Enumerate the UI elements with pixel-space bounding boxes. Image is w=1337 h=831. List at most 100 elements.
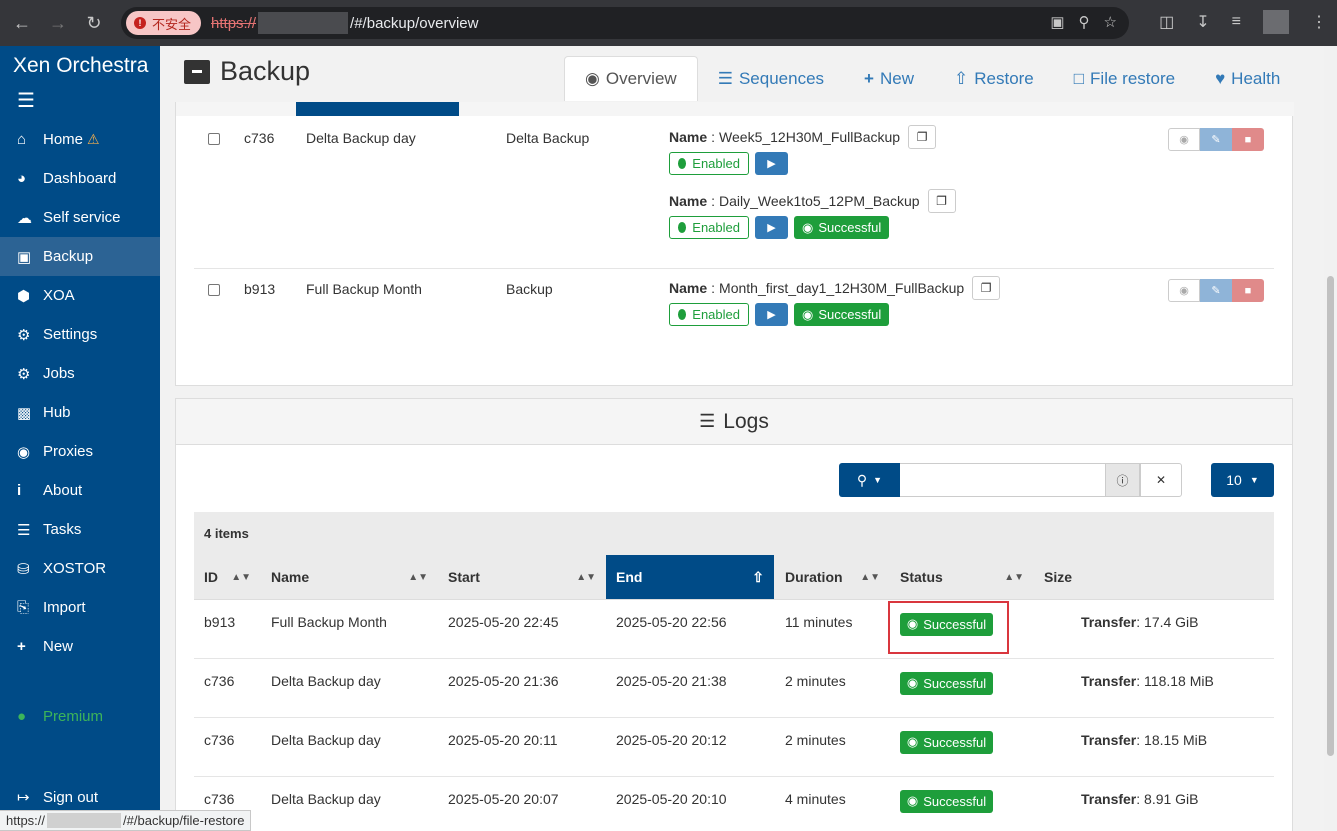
sidebar-item-xostor[interactable]: ⛁ XOSTOR (0, 549, 160, 588)
run-job-button[interactable]: ▶ (755, 303, 788, 326)
sidebar-item-settings[interactable]: ⚙ Settings (0, 315, 160, 354)
sidebar-item-home[interactable]: ⌂ Home ⚠ (0, 120, 160, 159)
eye-icon[interactable]: ◉ (1168, 128, 1200, 151)
table-row[interactable]: b913 Full Backup Month 2025-05-20 22:45 202… (194, 600, 1274, 659)
cell-end: 2025-05-20 20:10 (616, 791, 727, 807)
column-header-id[interactable]: ID ▲▼ (194, 555, 261, 599)
info-icon: i (17, 482, 22, 499)
copy-icon[interactable]: ❐ (972, 276, 1001, 300)
download-icon[interactable]: ↧ (1196, 12, 1209, 32)
schedule-enabled-toggle[interactable]: Enabled (669, 303, 749, 326)
sidebar-item-about[interactable]: i About (0, 471, 160, 510)
page-scrollbar[interactable] (1324, 46, 1337, 831)
tab-health[interactable]: ♥ Health (1195, 56, 1300, 101)
signout-button[interactable]: ↦ Sign out (17, 788, 98, 807)
column-label: ID (204, 569, 218, 585)
forward-icon[interactable]: → (40, 5, 76, 41)
column-header-start[interactable]: Start ▲▼ (438, 555, 606, 599)
column-header-name[interactable]: Name ▲▼ (261, 555, 438, 599)
brand-logo[interactable]: Xen Orchestra (0, 46, 160, 84)
tab-overview[interactable]: ◉ Overview (564, 56, 698, 101)
scrollbar-thumb[interactable] (1327, 276, 1334, 756)
eye-icon: ◉ (906, 793, 919, 808)
profile-avatar[interactable] (1263, 10, 1289, 34)
enabled-label: Enabled (692, 220, 740, 235)
sidebar-item-self-service[interactable]: ☁ Self service (0, 198, 160, 237)
last-run-status-button[interactable]: ◉ Successful (794, 216, 890, 239)
column-header-duration[interactable]: Duration ▲▼ (774, 555, 890, 599)
redacted-host (47, 813, 122, 828)
filter-dropdown-button[interactable]: ⚲ ▼ (839, 463, 900, 497)
url-text[interactable]: https:// /#/backup/overview (211, 12, 478, 34)
trash-icon[interactable]: ■ (1232, 279, 1264, 302)
tab-file-restore[interactable]: □ File restore (1054, 56, 1195, 101)
tab-label: Overview (605, 69, 677, 88)
cell-id: c736 (204, 673, 235, 689)
reading-list-icon[interactable]: ≡ (1232, 13, 1241, 31)
sidebar-item-label: Hub (43, 404, 71, 421)
schedule-name-label: Name (669, 129, 708, 145)
row-divider (194, 268, 1274, 269)
page-size-dropdown[interactable]: 10 ▼ (1211, 463, 1274, 497)
table-row[interactable]: c736 Delta Backup day 2025-05-20 21:36 2025… (194, 659, 1274, 718)
colon-sep: : (1136, 791, 1145, 807)
status-badge[interactable]: ◉ Successful (900, 789, 993, 813)
column-header-status[interactable]: Status ▲▼ (890, 555, 1034, 599)
sidebar-item-backup[interactable]: ▣ Backup (0, 237, 160, 276)
sidebar-item-proxies[interactable]: ◉ Proxies (0, 432, 160, 471)
insecure-badge[interactable]: ! 不安全 (126, 11, 202, 35)
status-badge[interactable]: ◉ Successful (900, 730, 993, 754)
sidebar-item-xoa[interactable]: ⬢ XOA (0, 276, 160, 315)
sort-icon: ▲▼ (1004, 571, 1024, 583)
table-row[interactable]: c736 Delta Backup day 2025-05-20 20:07 2025… (194, 777, 1274, 831)
filter-input[interactable] (900, 463, 1105, 497)
schedule-name: Week5_12H30M_FullBackup (719, 129, 901, 145)
extensions-icon[interactable]: ◫ (1159, 12, 1174, 32)
sidebar-item-hub[interactable]: ▩ Hub (0, 393, 160, 432)
zoom-icon[interactable]: ⚲ (1079, 13, 1090, 31)
sidebar-item-dashboard[interactable]: ◕ Dashboard (0, 159, 160, 198)
items-count: 4 items (194, 512, 1274, 555)
schedule-enabled-toggle[interactable]: Enabled (669, 152, 749, 175)
caret-down-icon: ▼ (1249, 475, 1259, 485)
reload-icon[interactable]: ↻ (76, 5, 112, 41)
table-row[interactable]: c736 Delta Backup day 2025-05-20 20:11 2025… (194, 718, 1274, 777)
cell-duration: 2 minutes (785, 732, 846, 748)
run-job-button[interactable]: ▶ (755, 152, 788, 175)
sidebar-item-jobs[interactable]: ⚙ Jobs (0, 354, 160, 393)
translate-icon[interactable]: ▣ (1050, 13, 1064, 31)
hamburger-icon[interactable]: ☰ (0, 84, 160, 120)
back-icon[interactable]: ← (4, 5, 40, 41)
edit-icon[interactable]: ✎ (1200, 128, 1232, 151)
clear-filter-icon[interactable]: ✕ (1140, 463, 1182, 497)
tab-sequences[interactable]: ☰ Sequences (698, 56, 844, 101)
schedule-enabled-toggle[interactable]: Enabled (669, 216, 749, 239)
sidebar-item-new[interactable]: + New (0, 627, 160, 666)
tab-new[interactable]: + New (844, 56, 934, 101)
bookmark-star-icon[interactable]: ☆ (1104, 13, 1117, 31)
last-run-status-button[interactable]: ◉ Successful (794, 303, 890, 326)
job-checkbox[interactable] (208, 284, 220, 296)
signout-icon: ↦ (17, 789, 30, 806)
eye-icon[interactable]: ◉ (1168, 279, 1200, 302)
copy-icon[interactable]: ❐ (927, 189, 956, 213)
menu-icon[interactable]: ⋮ (1311, 12, 1327, 32)
play-icon: ▶ (767, 158, 776, 170)
edit-icon[interactable]: ✎ (1200, 279, 1232, 302)
info-icon[interactable]: ⓘ (1105, 463, 1140, 497)
logs-panel: ☰ Logs ⚲ ▼ ⓘ ✕ 10 ▼ 4 items ID ▲▼ Name ▲▼ St… (175, 398, 1293, 831)
address-bar[interactable]: ! 不安全 https:// /#/backup/overview ▣ ⚲ ☆ (121, 7, 1129, 39)
tab-label: Restore (974, 68, 1034, 88)
sidebar-item-import[interactable]: ⎘ Import (0, 588, 160, 627)
trash-icon[interactable]: ■ (1232, 128, 1264, 151)
premium-link[interactable]: ● Premium (17, 708, 103, 725)
insecure-label: 不安全 (152, 16, 192, 32)
sidebar-item-tasks[interactable]: ☰ Tasks (0, 510, 160, 549)
job-checkbox[interactable] (208, 133, 220, 145)
run-job-button[interactable]: ▶ (755, 216, 788, 239)
highlight-box (888, 601, 1009, 654)
column-header-end[interactable]: End ⇧ (606, 555, 774, 599)
tab-restore[interactable]: ⇧ Restore (934, 56, 1054, 101)
status-badge[interactable]: ◉ Successful (900, 671, 993, 695)
copy-icon[interactable]: ❐ (908, 125, 937, 149)
